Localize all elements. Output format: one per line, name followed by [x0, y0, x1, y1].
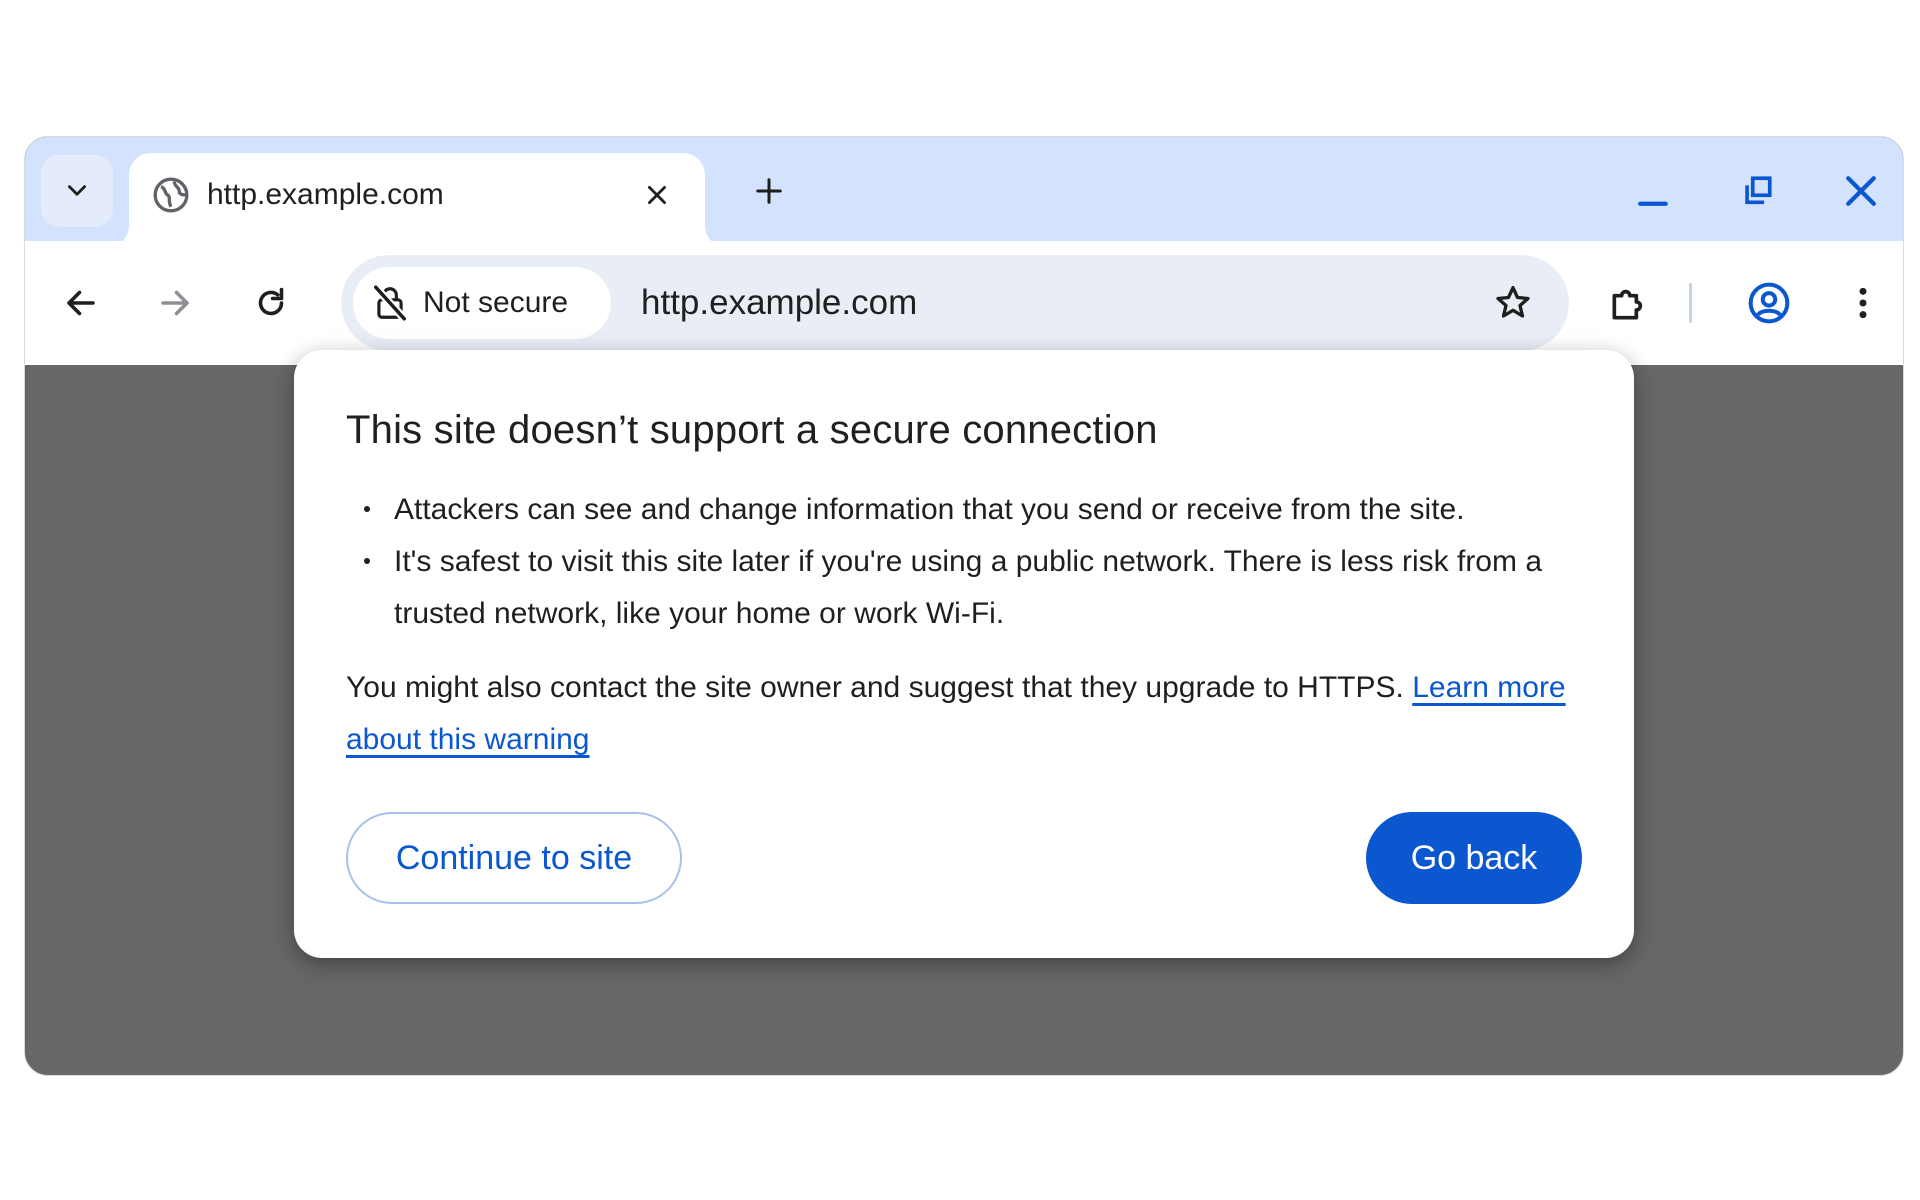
menu-button[interactable]: [1833, 273, 1893, 333]
back-arrow-icon: [67, 290, 95, 316]
list-item: It's safest to visit this site later if …: [346, 536, 1586, 640]
profile-button[interactable]: [1739, 273, 1799, 333]
tab-search-button[interactable]: [41, 155, 113, 227]
more-vert-icon: [1859, 287, 1867, 319]
bookmark-button[interactable]: [1487, 277, 1539, 329]
reload-icon: [258, 287, 284, 316]
go-back-button[interactable]: Go back: [1366, 812, 1582, 904]
minimize-button[interactable]: [1625, 163, 1681, 219]
security-chip[interactable]: Not secure: [353, 267, 611, 339]
forward-arrow-icon: [161, 290, 189, 316]
tab-strip: http.example.com: [25, 137, 1903, 249]
dialog-title: This site doesn’t support a secure conne…: [346, 408, 1158, 452]
continue-to-site-button[interactable]: Continue to site: [346, 812, 682, 904]
new-tab-button[interactable]: [741, 163, 797, 219]
paragraph-text: You might also contact the site owner an…: [346, 671, 1404, 704]
account-circle-icon: [1748, 282, 1790, 324]
tab-title: http.example.com: [207, 178, 444, 211]
bullet-text: Attackers can see and change information…: [394, 493, 1465, 526]
toolbar-separator: [1689, 283, 1692, 323]
dialog-paragraph: You might also contact the site owner an…: [346, 662, 1596, 766]
restore-icon: [1745, 176, 1772, 205]
toolbar: Not secure http.example.com: [25, 241, 1903, 365]
bullet-dot: [364, 506, 370, 512]
omnibox[interactable]: Not secure http.example.com: [341, 255, 1569, 351]
security-warning-dialog: This site doesn’t support a secure conne…: [294, 350, 1634, 958]
plus-icon: [756, 178, 782, 204]
forward-button[interactable]: [147, 275, 203, 331]
not-secure-lock-icon: [372, 284, 408, 322]
close-icon: [1846, 176, 1876, 206]
minimize-icon: [1638, 201, 1668, 206]
list-item: Attackers can see and change information…: [346, 484, 1586, 536]
restore-button[interactable]: [1729, 163, 1785, 219]
url-text[interactable]: http.example.com: [641, 279, 917, 327]
star-icon: [1496, 286, 1530, 318]
security-label: Not secure: [423, 286, 569, 319]
bullet-text: It's safest to visit this site later if …: [394, 545, 1542, 630]
tab-close-button[interactable]: [637, 175, 677, 215]
globe-icon: [153, 177, 189, 213]
extensions-button[interactable]: [1599, 273, 1659, 333]
close-icon: [648, 186, 666, 204]
chevron-down-icon: [68, 185, 86, 196]
bullet-dot: [364, 558, 370, 564]
back-button[interactable]: [53, 275, 109, 331]
puzzle-icon: [1612, 289, 1643, 320]
tab-active[interactable]: http.example.com: [129, 153, 705, 249]
warning-list: Attackers can see and change information…: [346, 484, 1586, 640]
reload-button[interactable]: [243, 275, 299, 331]
window-close-button[interactable]: [1833, 163, 1889, 219]
